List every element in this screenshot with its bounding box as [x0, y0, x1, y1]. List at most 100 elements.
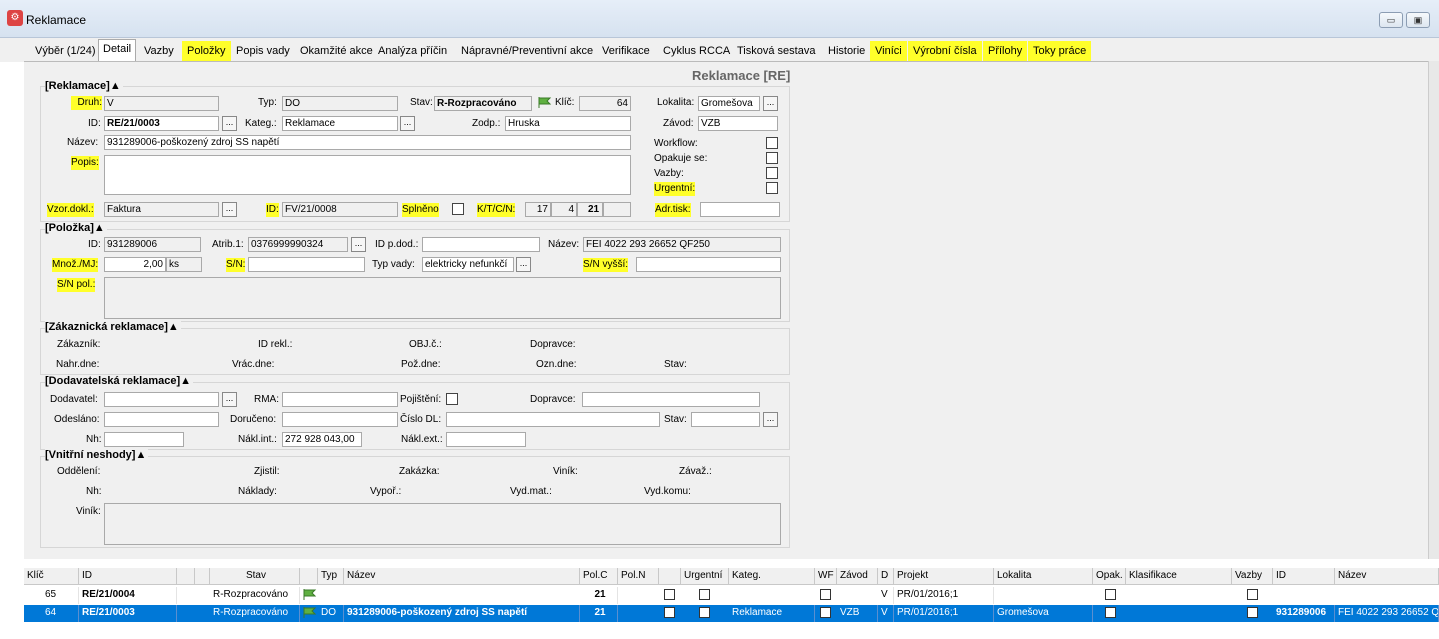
nakl-int-field[interactable]: 272 928 043,00: [282, 432, 362, 447]
t-field[interactable]: 4: [551, 202, 577, 217]
row2-checkbox[interactable]: [664, 607, 675, 618]
stav-field[interactable]: R-Rozpracováno: [434, 96, 532, 111]
adr-tisk-field[interactable]: [700, 202, 780, 217]
tab-popis-vady[interactable]: Popis vady: [231, 41, 295, 61]
id2-field[interactable]: FV/21/0008: [282, 202, 398, 217]
dodavatelska-section-title[interactable]: [Dodavatelská reklamace]▲: [45, 375, 194, 387]
row2-wf-checkbox[interactable]: [820, 607, 831, 618]
polozka-id-field[interactable]: 931289006: [104, 237, 201, 252]
popis-textarea[interactable]: [104, 155, 631, 195]
col-pol-n[interactable]: Pol.N: [618, 568, 659, 585]
vertical-scrollbar[interactable]: [1428, 61, 1439, 559]
lokalita-lookup-button[interactable]: ...: [763, 96, 778, 111]
col-zavod[interactable]: Závod: [837, 568, 878, 585]
pojisteni-checkbox[interactable]: [446, 393, 458, 405]
atrib-field[interactable]: 0376999990324: [248, 237, 348, 252]
tab-detail[interactable]: Detail: [98, 39, 137, 62]
col-blank-2[interactable]: [195, 568, 210, 585]
col-nazev2[interactable]: Název: [1335, 568, 1439, 585]
tab-vinici[interactable]: Viníci: [870, 41, 907, 61]
odeslano-field[interactable]: [104, 412, 219, 427]
col-pol-c[interactable]: Pol.C: [580, 568, 618, 585]
tab-cyklus-rcca[interactable]: Cyklus RCCA: [658, 41, 735, 61]
typ-field[interactable]: DO: [282, 96, 398, 111]
row1-wf-checkbox[interactable]: [820, 589, 831, 600]
sn-field[interactable]: [248, 257, 365, 272]
col-vazby[interactable]: Vazby: [1232, 568, 1273, 585]
row1-checkbox[interactable]: [664, 589, 675, 600]
tab-vyber[interactable]: Výběr (1/24): [30, 41, 101, 61]
klic-field[interactable]: 64: [579, 96, 631, 111]
k-field[interactable]: 17: [525, 202, 551, 217]
polozka-section-title[interactable]: [Položka]▲: [45, 222, 107, 234]
tab-okamzite-akce[interactable]: Okamžité akce: [295, 41, 378, 61]
col-klasifikace[interactable]: Klasifikace: [1126, 568, 1232, 585]
col-urgentni[interactable]: Urgentní: [681, 568, 729, 585]
zakaznicka-section-title[interactable]: [Zákaznická reklamace]▲: [45, 321, 181, 333]
dodavatel-lookup-button[interactable]: ...: [222, 392, 237, 407]
id-p-dod-field[interactable]: [422, 237, 540, 252]
mj-field[interactable]: ks: [166, 257, 202, 272]
tab-toky-prace[interactable]: Toky práce: [1028, 41, 1092, 61]
mnoz-field[interactable]: 2,00: [104, 257, 166, 272]
col-flag[interactable]: [300, 568, 318, 585]
rma-field[interactable]: [282, 392, 398, 407]
reklamace-section-title[interactable]: [Reklamace]▲: [45, 80, 123, 92]
workflow-checkbox[interactable]: [766, 137, 778, 149]
col-d[interactable]: D: [878, 568, 894, 585]
vzor-dokl-lookup-button[interactable]: ...: [222, 202, 237, 217]
polozka-nazev-field[interactable]: FEI 4022 293 26652 QF250: [583, 237, 781, 252]
sn-vyssi-field[interactable]: [636, 257, 781, 272]
vnitrni-section-title[interactable]: [Vnitřní neshody]▲: [45, 449, 149, 461]
col-projekt[interactable]: Projekt: [894, 568, 994, 585]
tab-polozky[interactable]: Položky: [182, 41, 231, 61]
doruceno-field[interactable]: [282, 412, 398, 427]
col-blank-1[interactable]: [177, 568, 195, 585]
row2-vazby-checkbox[interactable]: [1247, 607, 1258, 618]
maximize-button[interactable]: ▣: [1406, 12, 1430, 28]
row2-opak-checkbox[interactable]: [1105, 607, 1116, 618]
druh-field[interactable]: V: [104, 96, 219, 111]
tab-tiskova-sestava[interactable]: Tisková sestava: [732, 41, 820, 61]
minimize-button[interactable]: ▭: [1379, 12, 1403, 28]
id-field[interactable]: RE/21/0003: [104, 116, 219, 131]
kateg-lookup-button[interactable]: ...: [400, 116, 415, 131]
row1-opak-checkbox[interactable]: [1105, 589, 1116, 600]
col-opak[interactable]: Opak.: [1093, 568, 1126, 585]
tab-napravne-akce[interactable]: Nápravné/Preventivní akce: [456, 41, 598, 61]
tab-vazby[interactable]: Vazby: [139, 41, 179, 61]
nazev-field[interactable]: 931289006-poškozený zdroj SS napětí: [104, 135, 631, 150]
tab-analyza-pricin[interactable]: Analýza příčin: [373, 41, 452, 61]
row2-urgentni-checkbox[interactable]: [699, 607, 710, 618]
col-kateg[interactable]: Kateg.: [729, 568, 815, 585]
urgentni-checkbox[interactable]: [766, 182, 778, 194]
tab-prilohy[interactable]: Přílohy: [983, 41, 1028, 61]
id-lookup-button[interactable]: ...: [222, 116, 237, 131]
col-id[interactable]: ID: [79, 568, 177, 585]
dodavatel-field[interactable]: [104, 392, 219, 407]
col-nazev[interactable]: Název: [344, 568, 580, 585]
dod-stav-lookup-button[interactable]: ...: [763, 412, 778, 427]
nh-field[interactable]: [104, 432, 184, 447]
tab-verifikace[interactable]: Verifikace: [597, 41, 655, 61]
col-id2[interactable]: ID: [1273, 568, 1335, 585]
col-wf[interactable]: WF: [815, 568, 837, 585]
zavod-field[interactable]: VZB: [698, 116, 778, 131]
typ-vady-lookup-button[interactable]: ...: [516, 257, 531, 272]
typ-vady-field[interactable]: elektricky nefunkčí: [422, 257, 514, 272]
kateg-field[interactable]: Reklamace: [282, 116, 398, 131]
nakl-ext-field[interactable]: [446, 432, 526, 447]
splneno-checkbox[interactable]: [452, 203, 464, 215]
row1-urgentni-checkbox[interactable]: [699, 589, 710, 600]
dod-dopravce-field[interactable]: [582, 392, 760, 407]
row1-vazby-checkbox[interactable]: [1247, 589, 1258, 600]
col-lokalita[interactable]: Lokalita: [994, 568, 1093, 585]
col-typ[interactable]: Typ: [318, 568, 344, 585]
cislo-dl-field[interactable]: [446, 412, 660, 427]
vinik-textarea[interactable]: [104, 503, 781, 545]
tab-historie[interactable]: Historie: [823, 41, 870, 61]
lokalita-field[interactable]: Gromešova: [698, 96, 760, 111]
sn-pol-field[interactable]: [104, 277, 781, 319]
n-field[interactable]: [603, 202, 631, 217]
vazby-checkbox[interactable]: [766, 167, 778, 179]
